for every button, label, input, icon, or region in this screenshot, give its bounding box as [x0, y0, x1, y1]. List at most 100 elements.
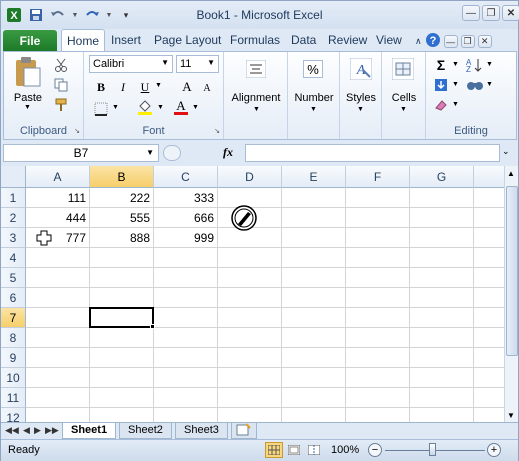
underline-button[interactable]: U — [136, 78, 154, 96]
column-header-d[interactable]: D — [218, 166, 282, 188]
tab-page-layout[interactable]: Page Layout — [154, 33, 221, 47]
borders-dropdown-icon[interactable]: ▼ — [112, 104, 119, 111]
expand-formula-bar-icon[interactable]: ⌄ — [502, 146, 510, 157]
paste-button[interactable]: Paste ▼ — [10, 56, 46, 111]
row-header-5[interactable]: 5 — [1, 268, 26, 288]
fill-dropdown-icon[interactable]: ▼ — [452, 81, 459, 88]
column-header-e[interactable]: E — [282, 166, 346, 188]
underline-dropdown-icon[interactable]: ▼ — [155, 82, 162, 89]
row-header-4[interactable]: 4 — [1, 248, 26, 268]
row-header-1[interactable]: 1 — [1, 188, 26, 208]
cut-icon[interactable] — [52, 56, 70, 74]
cell-c1[interactable]: 333 — [154, 188, 218, 208]
column-header-b[interactable]: B — [90, 166, 154, 188]
row-header-3[interactable]: 3 — [1, 228, 26, 248]
cell-c3[interactable]: 999 — [154, 228, 218, 248]
column-header-c[interactable]: C — [154, 166, 218, 188]
close-button[interactable]: ✕ — [502, 5, 519, 21]
fill-color-icon[interactable] — [136, 98, 154, 116]
cell-b1[interactable]: 222 — [90, 188, 154, 208]
font-name-combo[interactable]: Calibri ▼ — [89, 55, 173, 73]
tab-home[interactable]: Home — [61, 29, 106, 51]
sort-filter-icon[interactable]: AZ — [466, 56, 484, 74]
cell-b2[interactable]: 555 — [90, 208, 154, 228]
insert-sheet-button[interactable] — [231, 423, 257, 439]
normal-view-button[interactable] — [265, 442, 283, 458]
cell-c2[interactable]: 666 — [154, 208, 218, 228]
tab-view[interactable]: View — [376, 33, 402, 47]
cell-a1[interactable]: 111 — [26, 188, 90, 208]
zoom-slider-thumb[interactable] — [429, 443, 436, 456]
column-header-partial[interactable] — [474, 166, 504, 188]
row-header-6[interactable]: 6 — [1, 288, 26, 308]
workbook-restore-button[interactable]: ❐ — [460, 35, 475, 48]
font-color-dropdown-icon[interactable]: ▼ — [192, 104, 199, 111]
number-group[interactable]: % Number ▼ — [288, 52, 340, 139]
alignment-group[interactable]: Alignment ▼ — [224, 52, 288, 139]
vertical-scrollbar[interactable]: ▲ ▼ — [504, 166, 518, 423]
find-select-dropdown-icon[interactable]: ▼ — [486, 81, 493, 88]
minimize-button[interactable]: — — [462, 5, 480, 21]
row-header-11[interactable]: 11 — [1, 388, 26, 408]
row-header-7[interactable]: 7 — [1, 308, 26, 328]
row-header-12[interactable]: 12 — [1, 408, 26, 423]
tab-formulas[interactable]: Formulas — [230, 33, 280, 47]
autosum-button[interactable]: Σ — [432, 56, 450, 74]
restore-button[interactable]: ❐ — [482, 5, 500, 21]
font-color-button[interactable]: A — [172, 98, 190, 116]
formula-input[interactable] — [245, 144, 500, 162]
sheet-tab-sheet3[interactable]: Sheet3 — [175, 423, 228, 439]
zoom-level[interactable]: 100% — [331, 444, 359, 456]
font-launcher-icon[interactable]: ↘ — [214, 127, 220, 135]
row-header-8[interactable]: 8 — [1, 328, 26, 348]
italic-button[interactable]: I — [114, 78, 132, 96]
row-header-9[interactable]: 9 — [1, 348, 26, 368]
select-all-corner[interactable] — [1, 166, 26, 188]
fill-icon[interactable] — [432, 76, 450, 94]
tab-review[interactable]: Review — [328, 33, 367, 47]
name-box-dropdown-icon[interactable]: ▼ — [146, 148, 154, 157]
cells-group[interactable]: Cells ▼ — [382, 52, 426, 139]
workbook-minimize-button[interactable]: — — [443, 35, 458, 48]
tab-file[interactable]: File — [3, 30, 57, 51]
clear-dropdown-icon[interactable]: ▼ — [452, 101, 459, 108]
clipboard-launcher-icon[interactable]: ↘ — [74, 127, 80, 135]
styles-group[interactable]: A Styles ▼ — [340, 52, 382, 139]
formula-bar-divider-handle[interactable] — [163, 145, 181, 161]
clear-icon[interactable] — [432, 96, 450, 114]
vertical-scroll-thumb[interactable] — [506, 186, 518, 356]
name-box[interactable]: B7 ▼ — [3, 144, 159, 162]
prev-sheet-icon[interactable]: ◀ — [23, 425, 30, 436]
column-header-a[interactable]: A — [26, 166, 90, 188]
fill-color-dropdown-icon[interactable]: ▼ — [157, 104, 164, 111]
sort-filter-dropdown-icon[interactable]: ▼ — [486, 61, 493, 68]
sheet-tab-sheet1[interactable]: Sheet1 — [62, 423, 117, 439]
first-sheet-icon[interactable]: ◀◀ — [5, 425, 19, 436]
cell-a2[interactable]: 444 — [26, 208, 90, 228]
find-select-icon[interactable] — [466, 76, 484, 94]
format-painter-icon[interactable] — [52, 96, 70, 114]
next-sheet-icon[interactable]: ▶ — [34, 425, 41, 436]
page-break-view-button[interactable] — [305, 442, 323, 458]
autosum-dropdown-icon[interactable]: ▼ — [452, 61, 459, 68]
worksheet-grid[interactable]: A B C D E F G 1 2 3 4 5 6 7 8 9 10 11 12 111 222 333 444 555 666… — [1, 166, 504, 423]
active-cell-selection[interactable] — [89, 307, 154, 328]
zoom-out-button[interactable]: − — [368, 443, 382, 457]
tab-insert[interactable]: Insert — [111, 33, 141, 47]
column-header-f[interactable]: F — [346, 166, 410, 188]
insert-function-button[interactable]: fx — [223, 145, 233, 160]
cell-b3[interactable]: 888 — [90, 228, 154, 248]
zoom-in-button[interactable]: + — [487, 443, 501, 457]
minimize-ribbon-icon[interactable]: ∧ — [415, 36, 422, 47]
grow-font-button[interactable]: A — [178, 78, 196, 96]
column-header-g[interactable]: G — [410, 166, 474, 188]
tab-data[interactable]: Data — [291, 33, 316, 47]
workbook-close-button[interactable]: ✕ — [477, 35, 492, 48]
page-layout-view-button[interactable] — [285, 442, 303, 458]
scroll-up-icon[interactable]: ▲ — [507, 169, 515, 178]
sheet-tab-sheet2[interactable]: Sheet2 — [119, 423, 172, 439]
font-size-combo[interactable]: 11 ▼ — [176, 55, 219, 73]
shrink-font-button[interactable]: A — [198, 79, 216, 97]
row-header-2[interactable]: 2 — [1, 208, 26, 228]
scroll-down-icon[interactable]: ▼ — [507, 411, 515, 420]
